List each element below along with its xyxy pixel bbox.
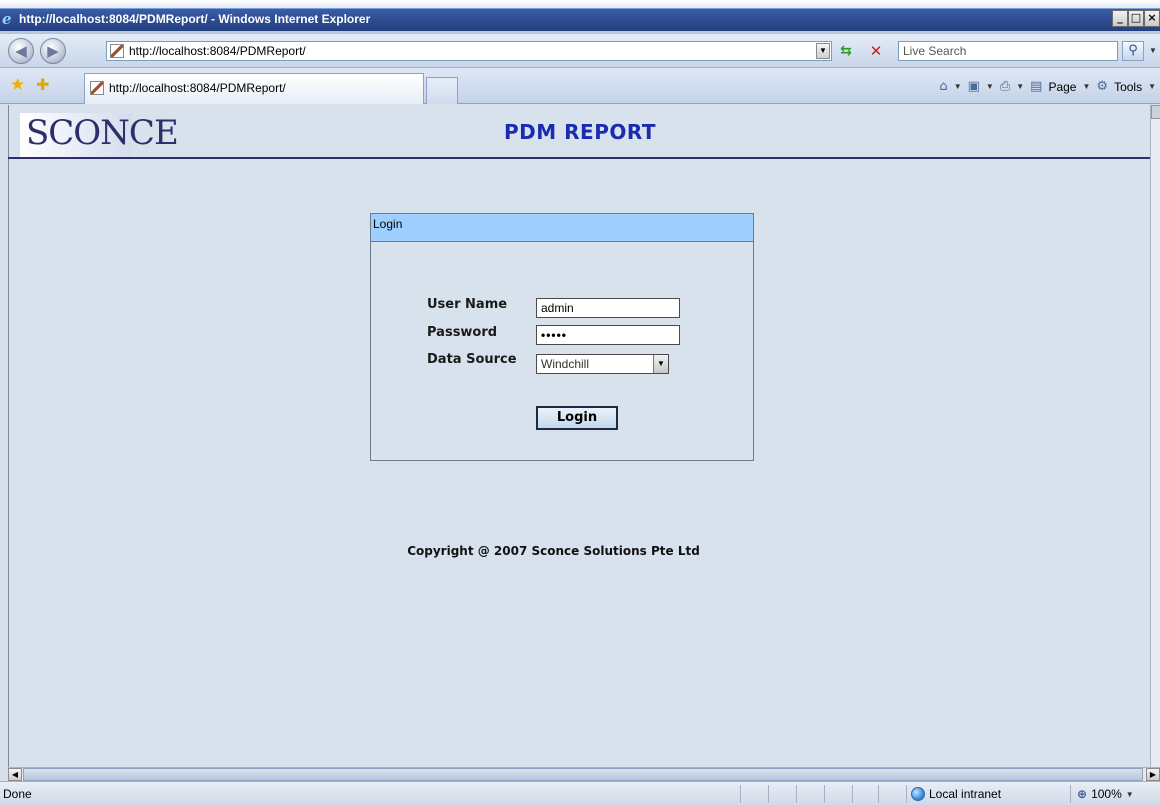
forward-button[interactable]: ▶: [40, 38, 66, 64]
password-input[interactable]: •••••: [536, 325, 680, 345]
feeds-dropdown-icon[interactable]: ▼: [986, 82, 994, 91]
globe-icon: [911, 787, 925, 801]
zoom-dropdown-icon[interactable]: ▼: [1126, 790, 1134, 799]
tab-label: http://localhost:8084/PDMReport/: [109, 81, 286, 95]
favorites-star-icon[interactable]: ★: [10, 77, 25, 94]
vertical-scroll-thumb[interactable]: [1151, 105, 1160, 119]
status-bar: Done Local intranet ⊕ 100% ▼: [0, 781, 1160, 805]
zoom-control[interactable]: ⊕ 100% ▼: [1070, 785, 1134, 803]
page-icon: ▤: [1030, 79, 1043, 94]
status-cell: [796, 785, 824, 803]
add-favorite-icon[interactable]: ✚: [36, 76, 49, 93]
page-icon: [110, 44, 124, 58]
home-dropdown-icon[interactable]: ▼: [954, 82, 962, 91]
home-icon[interactable]: ⌂: [939, 79, 947, 94]
tab-active[interactable]: http://localhost:8084/PDMReport/: [84, 73, 424, 104]
window-controls: _ □ ×: [1112, 10, 1160, 27]
maximize-button[interactable]: □: [1128, 10, 1144, 27]
feeds-icon[interactable]: ▣: [968, 79, 980, 94]
scroll-left-icon[interactable]: ◀: [8, 768, 22, 781]
tools-menu[interactable]: Tools: [1114, 80, 1142, 94]
datasource-value: Windchill: [541, 357, 590, 371]
close-button[interactable]: ×: [1144, 10, 1160, 27]
back-button[interactable]: ◀: [8, 38, 34, 64]
status-cell: [824, 785, 852, 803]
login-button[interactable]: Login: [536, 406, 618, 430]
search-input[interactable]: Live Search: [898, 41, 1118, 61]
navigation-bar: ◀ ▶ http://localhost:8084/PDMReport/ ▼ ⇆…: [0, 34, 1160, 68]
scroll-right-icon[interactable]: ▶: [1146, 768, 1160, 781]
username-input[interactable]: admin: [536, 298, 680, 318]
status-text: Done: [3, 787, 32, 801]
tab-page-icon: [90, 81, 104, 95]
print-icon[interactable]: ⎙: [1000, 79, 1010, 94]
status-cell: [740, 785, 768, 803]
login-panel-header: Login: [371, 214, 753, 242]
page-title: PDM REPORT: [504, 120, 656, 144]
chevron-down-icon[interactable]: ▼: [653, 355, 668, 373]
print-dropdown-icon[interactable]: ▼: [1016, 82, 1024, 91]
refresh-icon[interactable]: ⇆: [836, 42, 856, 60]
minimize-button[interactable]: _: [1112, 10, 1128, 27]
new-tab-button[interactable]: [426, 77, 458, 104]
zoom-icon: ⊕: [1077, 787, 1088, 801]
search-dropdown-button[interactable]: ▼: [1146, 41, 1160, 61]
datasource-select[interactable]: Windchill ▼: [536, 354, 669, 374]
security-zone[interactable]: Local intranet: [906, 785, 1001, 803]
status-cell: [852, 785, 880, 803]
page-dropdown-icon[interactable]: ▼: [1082, 82, 1090, 91]
vertical-scrollbar[interactable]: [1150, 105, 1160, 767]
page-menu[interactable]: Page: [1048, 80, 1076, 94]
username-label: User Name: [427, 297, 508, 312]
login-panel: Login User Name admin Password ••••• Dat…: [370, 213, 754, 461]
password-label: Password: [427, 325, 498, 340]
status-cell: [878, 785, 906, 803]
window-title: http://localhost:8084/PDMReport/ - Windo…: [19, 12, 371, 26]
command-bar: ⌂ ▼ ▣ ▼ ⎙ ▼ ▤ Page ▼ ⚙ Tools ▼: [939, 79, 1156, 94]
address-bar[interactable]: http://localhost:8084/PDMReport/: [106, 41, 832, 61]
address-dropdown-button[interactable]: ▼: [816, 43, 830, 59]
stop-icon[interactable]: ✕: [866, 42, 886, 60]
tools-icon: ⚙: [1096, 79, 1109, 94]
tools-dropdown-icon[interactable]: ▼: [1148, 82, 1156, 91]
window-title-bar: e http://localhost:8084/PDMReport/ - Win…: [0, 0, 1160, 34]
address-url[interactable]: http://localhost:8084/PDMReport/: [129, 43, 306, 60]
status-cell: [768, 785, 796, 803]
zone-label: Local intranet: [929, 787, 1002, 801]
ie-icon: e: [2, 10, 12, 28]
horizontal-scrollbar[interactable]: ◀ ▶: [8, 767, 1160, 781]
datasource-label: Data Source: [427, 352, 517, 367]
zoom-level: 100%: [1091, 787, 1122, 801]
search-icon[interactable]: ⚲: [1122, 41, 1144, 61]
horizontal-scroll-thumb[interactable]: [23, 768, 1143, 781]
copyright-text: Copyright @ 2007 Sconce Solutions Pte Lt…: [407, 544, 700, 558]
tab-bar: ★ ✚ http://localhost:8084/PDMReport/ ⌂ ▼ …: [0, 68, 1160, 104]
